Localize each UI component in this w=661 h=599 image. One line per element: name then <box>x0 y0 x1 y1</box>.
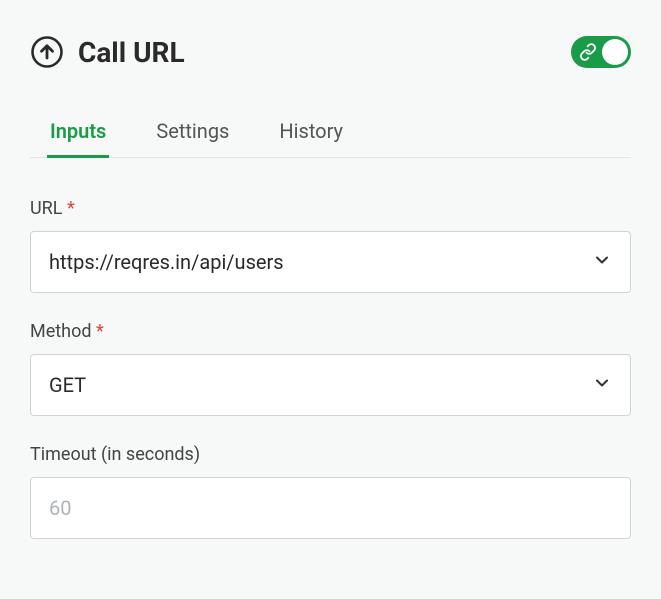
timeout-input[interactable] <box>30 477 631 539</box>
tab-history[interactable]: History <box>279 109 343 157</box>
url-label-text: URL <box>30 198 62 219</box>
tab-settings[interactable]: Settings <box>156 109 229 157</box>
timeout-group: Timeout (in seconds) <box>30 444 631 539</box>
method-field[interactable]: GET <box>30 354 631 416</box>
header-left: Call URL <box>30 35 185 69</box>
link-icon <box>579 43 597 61</box>
method-value: GET <box>49 373 86 397</box>
method-label-text: Method <box>30 321 91 342</box>
tab-inputs[interactable]: Inputs <box>50 109 106 157</box>
required-mark: * <box>67 198 75 219</box>
chevron-down-icon <box>592 250 612 274</box>
up-arrow-circle-icon <box>30 35 64 69</box>
method-group: Method * GET <box>30 321 631 416</box>
url-group: URL * https://reqres.in/api/users <box>30 198 631 293</box>
url-label: URL * <box>30 198 631 219</box>
method-label: Method * <box>30 321 631 342</box>
panel-header: Call URL <box>30 35 631 69</box>
enable-toggle[interactable] <box>571 36 631 68</box>
tabs: Inputs Settings History <box>30 109 631 158</box>
url-field[interactable]: https://reqres.in/api/users <box>30 231 631 293</box>
chevron-down-icon <box>592 373 612 397</box>
url-value: https://reqres.in/api/users <box>49 250 284 274</box>
timeout-label: Timeout (in seconds) <box>30 444 631 465</box>
page-title: Call URL <box>78 36 185 69</box>
required-mark: * <box>96 321 104 342</box>
toggle-knob <box>602 39 628 65</box>
